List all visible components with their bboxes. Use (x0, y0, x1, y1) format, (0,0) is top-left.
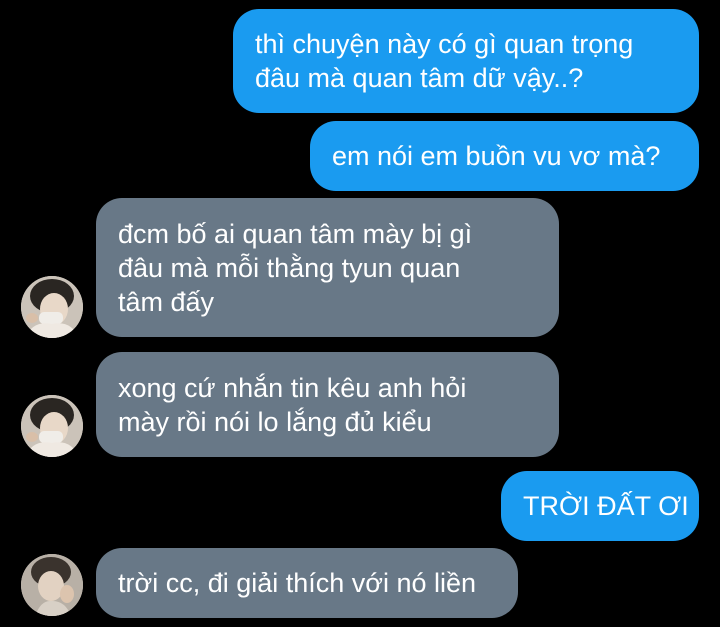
message-bubble-outgoing[interactable]: em nói em buồn vu vơ mà? (310, 121, 699, 191)
avatar[interactable] (21, 276, 83, 338)
avatar[interactable] (21, 554, 83, 616)
message-text-line: thì chuyện này có gì quan trọng (255, 29, 634, 59)
message-bubble-incoming[interactable]: xong cứ nhắn tin kêu anh hỏi mày rồi nói… (96, 352, 559, 457)
message-text-line: đcm bố ai quan tâm mày bị gì (118, 218, 473, 249)
avatar[interactable] (21, 395, 83, 457)
profile-photo-icon (21, 276, 83, 338)
message-text-line: em nói em buồn vu vơ mà? (332, 141, 661, 171)
message-text-line: xong cứ nhắn tin kêu anh hỏi (118, 372, 467, 403)
message-text-line: tâm đấy (118, 286, 215, 317)
profile-photo-icon (21, 554, 83, 616)
message-text-line: TRỜI ĐẤT ƠI (523, 491, 689, 521)
message-bubble-outgoing[interactable]: thì chuyện này có gì quan trọng đâu mà q… (233, 9, 699, 113)
message-text-line: trời cc, đi giải thích với nó liền (118, 568, 477, 598)
message-bubble-incoming[interactable]: đcm bố ai quan tâm mày bị gì đâu mà mỗi … (96, 198, 559, 337)
message-text-line: đâu mà mỗi thằng tyun quan (118, 252, 461, 283)
message-text-line: đâu mà quan tâm dữ vậy..? (255, 63, 584, 93)
message-bubble-incoming[interactable]: trời cc, đi giải thích với nó liền (96, 548, 518, 618)
profile-photo-icon (21, 395, 83, 457)
message-text-line: mày rồi nói lo lắng đủ kiểu (118, 406, 432, 437)
message-bubble-outgoing[interactable]: TRỜI ĐẤT ƠI (501, 471, 699, 541)
